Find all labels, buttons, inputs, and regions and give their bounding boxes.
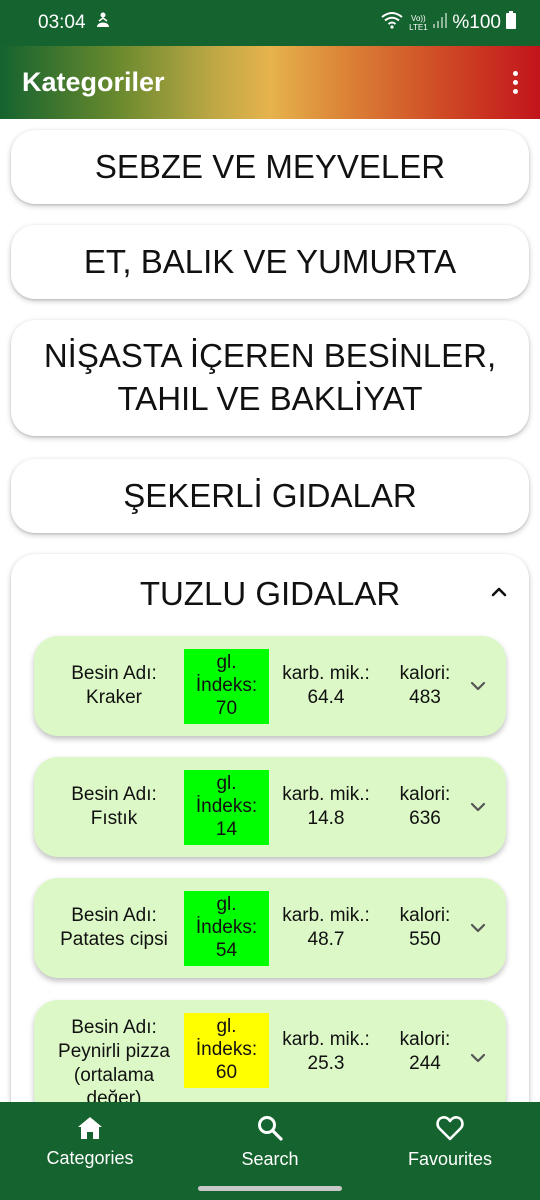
nav-label: Favourites bbox=[407, 1148, 493, 1169]
category-label: ŞEKERLİ GIDALAR bbox=[123, 476, 417, 514]
category-card-et-balik-yumurta[interactable]: ET, BALIK VE YUMURTA bbox=[11, 225, 529, 299]
food-name-label: Besin Adı: bbox=[71, 905, 157, 927]
gi-value: 60 bbox=[215, 1061, 238, 1083]
gi-badge: gl. İndeks: 70 bbox=[184, 649, 269, 724]
calorie-block: kalori: 636 bbox=[384, 757, 466, 857]
chevron-down-icon[interactable] bbox=[466, 795, 490, 819]
food-card-peynirli-pizza[interactable]: Besin Adı: Peynirli pizza (ortalama değe… bbox=[34, 1000, 506, 1102]
gi-value: 70 bbox=[215, 697, 238, 719]
nav-item-categories[interactable]: Categories bbox=[0, 1102, 180, 1182]
chevron-up-icon[interactable] bbox=[487, 580, 511, 604]
gi-label: İndeks: bbox=[195, 1039, 258, 1061]
gi-badge: gl. İndeks: 60 bbox=[184, 1013, 269, 1088]
calorie-value: 483 bbox=[409, 687, 441, 708]
chevron-down-icon[interactable] bbox=[466, 1046, 490, 1070]
gi-label: gl. bbox=[216, 1016, 237, 1038]
page-title: Kategoriler bbox=[22, 67, 165, 97]
search-icon bbox=[258, 1115, 283, 1141]
heart-icon bbox=[436, 1115, 464, 1140]
food-card-patates-cipsi[interactable]: Besin Adı: Patates cipsi gl. İndeks: 54 … bbox=[34, 878, 506, 978]
gi-value: 54 bbox=[215, 939, 238, 961]
gi-badge: gl. İndeks: 54 bbox=[184, 891, 269, 966]
food-name-label: Besin Adı: bbox=[71, 1017, 157, 1038]
food-name: Fıstık bbox=[90, 808, 138, 829]
calorie-value: 550 bbox=[409, 929, 441, 950]
food-card-kraker[interactable]: Besin Adı: Kraker gl. İndeks: 70 karb. m… bbox=[34, 636, 506, 736]
calorie-label: kalori: bbox=[399, 663, 451, 685]
food-name: Kraker bbox=[86, 687, 142, 708]
category-card-tuzlu-gidalar: TUZLU GIDALAR Besin Adı: Kraker gl. İnde… bbox=[11, 554, 529, 1102]
carb-block: karb. mik.: 14.8 bbox=[276, 757, 376, 857]
calorie-value: 244 bbox=[409, 1053, 441, 1074]
gi-value: 14 bbox=[215, 818, 238, 840]
carb-value: 48.7 bbox=[307, 929, 345, 950]
status-time: 03:04 bbox=[38, 12, 86, 33]
food-name-block: Besin Adı: Fıstık bbox=[44, 757, 184, 857]
app-bar: Kategoriler bbox=[0, 46, 540, 119]
calorie-value: 636 bbox=[409, 808, 441, 829]
calorie-label: kalori: bbox=[399, 1029, 451, 1051]
category-label: ET, BALIK VE YUMURTA bbox=[83, 242, 457, 280]
status-bar: 03:04 Vo)) LTE1 %100 bbox=[0, 0, 540, 46]
carb-label: karb. mik.: bbox=[282, 784, 370, 806]
carb-label: karb. mik.: bbox=[282, 663, 370, 685]
chevron-down-icon[interactable] bbox=[466, 916, 490, 940]
food-name-label: Besin Adı: bbox=[71, 784, 157, 806]
carb-block: karb. mik.: 64.4 bbox=[276, 636, 376, 736]
calorie-block: kalori: 244 bbox=[384, 992, 466, 1102]
food-name-block: Besin Adı: Kraker bbox=[44, 636, 184, 736]
calorie-block: kalori: 483 bbox=[384, 636, 466, 736]
chevron-down-icon[interactable] bbox=[466, 674, 490, 698]
gi-label: İndeks: bbox=[195, 796, 258, 818]
expanded-category-header[interactable]: TUZLU GIDALAR bbox=[11, 554, 529, 634]
carb-block: karb. mik.: 48.7 bbox=[276, 878, 376, 978]
network-label: Vo)) LTE1 bbox=[409, 14, 428, 32]
carb-value: 14.8 bbox=[307, 808, 345, 829]
gi-badge: gl. İndeks: 14 bbox=[184, 770, 269, 845]
nav-item-search[interactable]: Search bbox=[180, 1102, 360, 1182]
notification-icon bbox=[94, 11, 112, 35]
battery-icon bbox=[506, 11, 516, 35]
calorie-label: kalori: bbox=[399, 784, 451, 806]
food-card-fistik[interactable]: Besin Adı: Fıstık gl. İndeks: 14 karb. m… bbox=[34, 757, 506, 857]
home-indicator[interactable] bbox=[198, 1186, 342, 1191]
carb-value: 64.4 bbox=[307, 687, 345, 708]
category-label: TUZLU GIDALAR bbox=[139, 575, 401, 612]
carb-block: karb. mik.: 25.3 bbox=[276, 992, 376, 1102]
calorie-block: kalori: 550 bbox=[384, 878, 466, 978]
carb-label: karb. mik.: bbox=[282, 1029, 370, 1051]
food-name-block: Besin Adı: Peynirli pizza (ortalama değe… bbox=[44, 1000, 184, 1102]
category-label: SEBZE VE MEYVELER bbox=[94, 147, 446, 185]
category-card-sebze-meyveler[interactable]: SEBZE VE MEYVELER bbox=[11, 130, 529, 204]
nav-item-favourites[interactable]: Favourites bbox=[360, 1102, 540, 1182]
food-name-label: Besin Adı: bbox=[71, 663, 157, 685]
nav-label: Categories bbox=[46, 1147, 134, 1168]
gi-label: gl. bbox=[216, 773, 237, 795]
category-label: NİŞASTA İÇEREN BESİNLER, TAHIL VE BAKLİY… bbox=[43, 337, 497, 417]
wifi-icon bbox=[381, 11, 404, 35]
category-card-nisasta-tahil-bakliyat[interactable]: NİŞASTA İÇEREN BESİNLER, TAHIL VE BAKLİY… bbox=[11, 320, 529, 436]
calorie-label: kalori: bbox=[399, 905, 451, 927]
signal-icon bbox=[433, 12, 448, 34]
nav-label: Search bbox=[241, 1148, 299, 1169]
gi-label: gl. bbox=[216, 894, 237, 916]
food-name-block: Besin Adı: Patates cipsi bbox=[44, 878, 184, 978]
gi-label: gl. bbox=[216, 652, 237, 674]
category-list[interactable]: SEBZE VE MEYVELER ET, BALIK VE YUMURTA N… bbox=[0, 119, 540, 1102]
home-icon bbox=[78, 1116, 102, 1139]
battery-text: %100 bbox=[452, 12, 501, 33]
status-indicators: Vo)) LTE1 %100 bbox=[381, 11, 516, 35]
gi-label: İndeks: bbox=[195, 675, 258, 697]
food-name: Patates cipsi bbox=[60, 929, 168, 950]
carb-value: 25.3 bbox=[307, 1053, 345, 1074]
category-card-sekerli-gidalar[interactable]: ŞEKERLİ GIDALAR bbox=[11, 459, 529, 533]
gi-label: İndeks: bbox=[195, 917, 258, 939]
food-name: Peynirli pizza (ortalama değer) bbox=[58, 1040, 170, 1102]
carb-label: karb. mik.: bbox=[282, 905, 370, 927]
more-vert-icon[interactable] bbox=[504, 63, 526, 103]
